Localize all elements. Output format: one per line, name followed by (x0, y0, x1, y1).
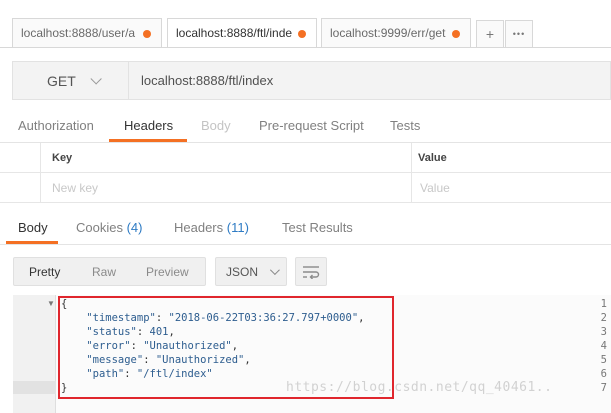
fold-arrow-icon[interactable]: ▼ (47, 299, 55, 308)
line-number: 4 (600, 340, 607, 352)
unsaved-dot-icon (143, 30, 151, 38)
chevron-down-icon (90, 72, 102, 85)
line-number: 6 (600, 368, 607, 380)
request-subtabs: Authorization Headers Body Pre-request S… (0, 110, 611, 142)
table-column-divider (40, 143, 41, 203)
tab-test-results[interactable]: Test Results (282, 220, 353, 235)
tab-bar-divider (0, 47, 611, 48)
line-number: 7 (600, 382, 607, 394)
request-tab-err-get[interactable]: localhost:9999/err/get (321, 18, 471, 48)
preview-button[interactable]: Preview (146, 258, 189, 285)
format-label: JSON (226, 264, 259, 279)
tab-headers[interactable]: Headers (124, 118, 173, 133)
tab-cookies-label: Cookies (76, 220, 123, 235)
plus-icon: + (485, 26, 495, 42)
active-line-highlight (13, 381, 56, 394)
wrap-lines-icon (303, 265, 320, 279)
response-tabs: Body Cookies (4) Headers (11) Test Resul… (0, 210, 611, 244)
line-number: 1 (600, 298, 607, 310)
wrap-lines-button[interactable] (295, 257, 327, 286)
view-mode-group: Pretty Raw Preview (13, 257, 206, 286)
tab-response-headers[interactable]: Headers (11) (174, 220, 249, 235)
headers-table: Key Value New key Value (0, 143, 611, 203)
line-number: 2 (600, 312, 607, 324)
request-tab-ftl-index[interactable]: localhost:8888/ftl/inde (167, 18, 317, 48)
unsaved-dot-icon (452, 30, 460, 38)
tab-pre-request-script[interactable]: Pre-request Script (259, 118, 364, 133)
key-column-header: Key (52, 152, 73, 164)
table-column-divider (411, 143, 412, 203)
tab-tests[interactable]: Tests (390, 118, 420, 133)
url-input[interactable]: localhost:8888/ftl/index (129, 61, 611, 100)
tab-body[interactable]: Body (201, 118, 231, 133)
line-number: 5 (600, 354, 607, 366)
unsaved-dot-icon (298, 30, 306, 38)
add-tab-button[interactable]: + (476, 20, 504, 48)
more-icon: ••• (512, 29, 526, 39)
raw-button[interactable]: Raw (92, 258, 116, 285)
request-tab-bar: localhost:8888/user/a localhost:8888/ftl… (0, 0, 611, 52)
request-tab-label: localhost:8888/user/a (21, 26, 136, 40)
method-label: GET (47, 72, 76, 89)
tab-response-headers-label: Headers (174, 220, 224, 235)
watermark-text: https://blog.csdn.net/qq_40461.. (286, 380, 553, 395)
more-tabs-button[interactable]: ••• (505, 20, 533, 48)
request-tab-label: localhost:8888/ftl/inde (176, 26, 293, 40)
headers-table-header-row: Key Value (0, 143, 611, 173)
request-tab-user[interactable]: localhost:8888/user/a (12, 18, 162, 48)
tab-authorization[interactable]: Authorization (18, 118, 94, 133)
headers-table-new-row: New key Value (0, 173, 611, 203)
tab-response-body[interactable]: Body (18, 220, 48, 235)
request-tab-label: localhost:9999/err/get (330, 26, 446, 40)
value-column-header: Value (418, 152, 447, 164)
request-url-row: GET localhost:8888/ftl/index (12, 61, 611, 100)
method-select[interactable]: GET (12, 61, 129, 100)
line-number: 3 (600, 326, 607, 338)
url-value: localhost:8888/ftl/index (141, 73, 274, 88)
format-select[interactable]: JSON (215, 257, 287, 286)
new-value-input[interactable]: Value (420, 173, 605, 203)
headers-count-badge: (11) (226, 220, 249, 235)
tab-cookies[interactable]: Cookies (4) (76, 220, 142, 235)
cookies-count-badge: (4) (126, 220, 143, 235)
response-tab-divider (0, 244, 611, 245)
pretty-button[interactable]: Pretty (29, 258, 60, 285)
chevron-down-icon (269, 265, 280, 276)
new-key-input[interactable]: New key (52, 173, 407, 203)
line-number-gutter (13, 295, 56, 413)
